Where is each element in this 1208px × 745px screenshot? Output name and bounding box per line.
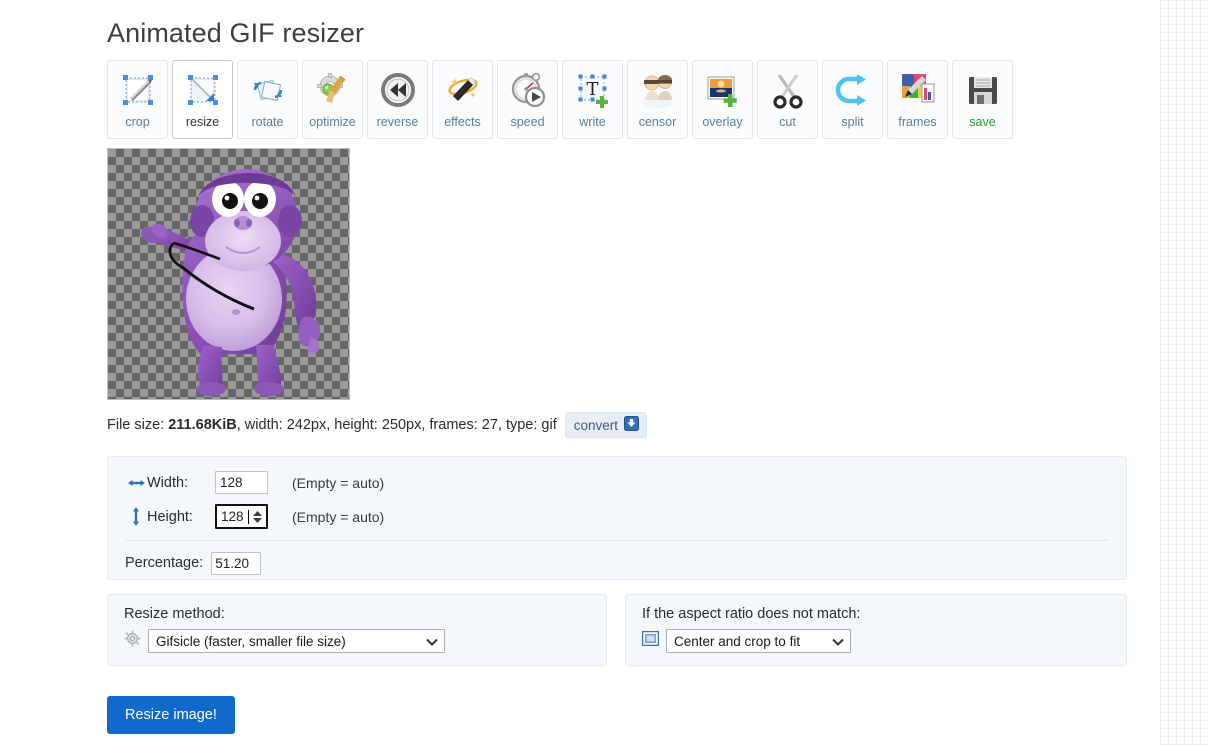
- width-label: Width:: [147, 474, 189, 491]
- text-cursor: [248, 509, 249, 524]
- tool-split[interactable]: split: [822, 60, 883, 139]
- tool-frames[interactable]: frames: [887, 60, 948, 139]
- tool-label: cut: [779, 115, 796, 129]
- width-input[interactable]: [215, 471, 268, 494]
- stepper-up-icon: [253, 510, 262, 516]
- tool-reverse[interactable]: reverse: [367, 60, 428, 139]
- image-preview[interactable]: [107, 148, 350, 400]
- tool-label: speed: [510, 115, 545, 129]
- split-icon: [831, 68, 875, 112]
- tool-label: effects: [444, 115, 481, 129]
- height-input[interactable]: 128: [215, 504, 268, 529]
- gear-icon: [124, 630, 141, 652]
- tool-write[interactable]: T write: [562, 60, 623, 139]
- resize-method-title: Resize method:: [124, 606, 225, 622]
- reverse-icon: [376, 68, 420, 112]
- aspect-ratio-panel: If the aspect ratio does not match: Cent…: [625, 594, 1127, 666]
- tool-label: rotate: [251, 115, 284, 129]
- resize-method-panel: Resize method: Gifsicle (faster, smaller…: [107, 594, 607, 666]
- tool-optimize[interactable]: optimize: [302, 60, 363, 139]
- cut-icon: [766, 68, 810, 112]
- page-background-texture: [1160, 0, 1208, 745]
- tool-label: resize: [185, 115, 220, 129]
- size-options-panel: Width: (Empty = auto) Height: 128: [107, 456, 1127, 580]
- resize-method-value: Gifsicle (faster, smaller file size): [156, 633, 346, 649]
- aspect-ratio-title: If the aspect ratio does not match:: [642, 606, 861, 622]
- chevron-down-icon: [832, 634, 844, 649]
- tool-speed[interactable]: speed: [497, 60, 558, 139]
- tool-label: split: [841, 115, 864, 129]
- file-info-rest: , width: 242px, height: 250px, frames: 2…: [236, 417, 557, 433]
- tool-cut[interactable]: cut: [757, 60, 818, 139]
- width-hint: (Empty = auto): [292, 474, 385, 491]
- tool-save[interactable]: save: [952, 60, 1013, 139]
- tool-label: frames: [898, 115, 937, 129]
- tool-label: overlay: [702, 115, 743, 129]
- aspect-ratio-select[interactable]: Center and crop to fit: [666, 629, 851, 653]
- file-size-label: File size:: [107, 417, 165, 433]
- crop-frame-icon: [641, 630, 660, 651]
- height-stepper[interactable]: [251, 506, 264, 527]
- tool-toolbar: crop resize rotate optimize reverse effe…: [107, 60, 1013, 139]
- resize-icon: [181, 68, 225, 112]
- tool-resize[interactable]: resize: [172, 60, 233, 139]
- rotate-icon: [246, 68, 290, 112]
- height-hint: (Empty = auto): [292, 508, 385, 525]
- width-row: Width: (Empty = auto): [108, 467, 1126, 498]
- percentage-label: Percentage:: [125, 555, 204, 571]
- convert-label: convert: [573, 417, 619, 433]
- chevron-down-icon: [426, 634, 438, 649]
- vertical-arrow-icon: [125, 507, 147, 526]
- height-label: Height:: [147, 508, 193, 525]
- tool-label: write: [579, 115, 606, 129]
- optimize-icon: [311, 68, 355, 112]
- resize-image-button[interactable]: Resize image!: [107, 696, 235, 734]
- tool-label: optimize: [309, 115, 356, 129]
- convert-button[interactable]: convert: [564, 412, 648, 438]
- height-value: 128: [221, 509, 244, 524]
- panel-divider: [125, 540, 1109, 541]
- height-row: Height: 128 (Empty = auto): [108, 501, 1126, 532]
- page-content: Animated GIF resizer crop resize rotate …: [0, 0, 1160, 745]
- page-title: Animated GIF resizer: [107, 18, 365, 48]
- file-info-bar: File size: 211.68KiB , width: 242px, hei…: [107, 412, 648, 438]
- frames-icon: [896, 68, 940, 112]
- speed-icon: [506, 68, 550, 112]
- tool-effects[interactable]: effects: [432, 60, 493, 139]
- effects-icon: [441, 68, 485, 112]
- resize-method-row: Gifsicle (faster, smaller file size): [108, 629, 606, 653]
- stepper-down-icon: [253, 517, 262, 523]
- svg-text:T: T: [586, 79, 598, 100]
- tool-censor[interactable]: censor: [627, 60, 688, 139]
- overlay-icon: [701, 68, 745, 112]
- file-size-value: 211.68KiB: [168, 417, 237, 433]
- tool-label: crop: [125, 115, 150, 129]
- tool-crop[interactable]: crop: [107, 60, 168, 139]
- write-icon: T: [571, 68, 615, 112]
- tool-overlay[interactable]: overlay: [692, 60, 753, 139]
- horizontal-arrow-icon: [125, 477, 147, 489]
- censor-icon: [636, 68, 680, 112]
- aspect-ratio-row: Center and crop to fit: [626, 629, 1126, 653]
- tool-rotate[interactable]: rotate: [237, 60, 298, 139]
- percentage-input[interactable]: 51.20: [211, 551, 262, 575]
- percentage-row: Percentage: 51.20: [108, 547, 1126, 579]
- crop-icon: [116, 68, 160, 112]
- tool-label: censor: [638, 115, 677, 129]
- tool-label: reverse: [376, 115, 419, 129]
- tool-label: save: [969, 115, 996, 129]
- download-arrow-icon: [624, 416, 640, 434]
- resize-method-select[interactable]: Gifsicle (faster, smaller file size): [148, 629, 445, 653]
- gorilla-image: [141, 169, 321, 396]
- page-root: Animated GIF resizer crop resize rotate …: [0, 0, 1208, 745]
- save-icon: [961, 68, 1005, 112]
- aspect-ratio-value: Center and crop to fit: [674, 633, 801, 649]
